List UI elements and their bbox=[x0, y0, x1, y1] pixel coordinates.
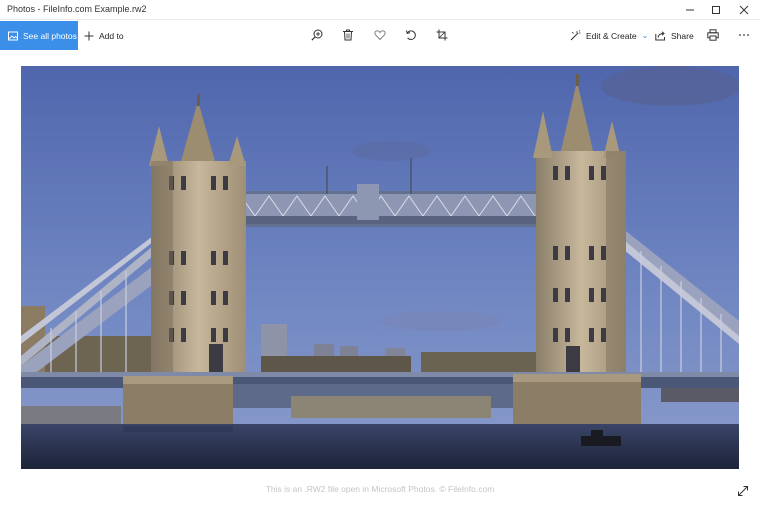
favorite-icon bbox=[374, 30, 386, 41]
edit-create-button[interactable]: Edit & Create ⌄ bbox=[570, 21, 648, 50]
footer-caption: This is an .RW2 file open in Microsoft P… bbox=[265, 484, 495, 494]
share-button[interactable]: Share bbox=[655, 21, 694, 50]
more-button[interactable] bbox=[737, 28, 751, 42]
print-button[interactable] bbox=[706, 28, 720, 42]
fullscreen-button[interactable] bbox=[737, 484, 751, 498]
share-icon bbox=[655, 31, 665, 41]
expand-icon bbox=[738, 486, 748, 496]
rotate-button[interactable] bbox=[404, 28, 418, 42]
rotate-icon bbox=[405, 30, 416, 40]
chevron-down-icon: ⌄ bbox=[641, 31, 649, 40]
plus-icon bbox=[84, 31, 94, 40]
print-icon bbox=[707, 29, 719, 41]
maximize-icon bbox=[712, 6, 720, 14]
tower-bridge-photo bbox=[21, 66, 739, 469]
close-icon bbox=[739, 5, 749, 15]
add-to-label: Add to bbox=[99, 30, 124, 41]
edit-create-label: Edit & Create bbox=[586, 30, 637, 41]
photo-viewer-image[interactable] bbox=[21, 66, 739, 469]
share-label: Share bbox=[671, 30, 694, 41]
crop-icon bbox=[436, 29, 448, 41]
minimize-icon bbox=[686, 9, 694, 11]
see-all-photos-button[interactable]: See all photos bbox=[0, 21, 78, 50]
delete-icon bbox=[343, 29, 353, 41]
crop-button[interactable] bbox=[435, 28, 449, 42]
zoom-button[interactable] bbox=[310, 28, 324, 42]
see-all-photos-label: See all photos bbox=[23, 30, 77, 41]
window-title: Photos - FileInfo.com Example.rw2 bbox=[7, 4, 147, 14]
more-icon bbox=[739, 34, 749, 36]
edit-create-icon bbox=[570, 30, 581, 41]
photos-icon bbox=[8, 31, 18, 40]
delete-button[interactable] bbox=[341, 28, 355, 42]
favorite-button[interactable] bbox=[373, 28, 387, 42]
minimize-button[interactable] bbox=[676, 0, 704, 20]
close-button[interactable] bbox=[730, 0, 758, 20]
add-to-button[interactable]: Add to bbox=[84, 21, 124, 50]
toolbar: See all photos Add to Edit & Create ⌄ Sh… bbox=[0, 21, 760, 50]
title-bar: Photos - FileInfo.com Example.rw2 bbox=[0, 0, 760, 20]
maximize-button[interactable] bbox=[702, 0, 730, 20]
zoom-in-icon bbox=[311, 29, 323, 41]
